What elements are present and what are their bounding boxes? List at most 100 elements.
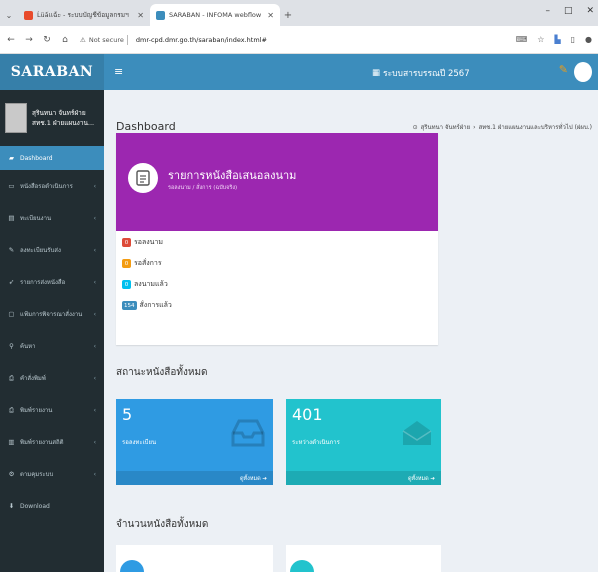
sidebar-item[interactable]: ✎ ลงทะเบียนรับส่ง ‹ <box>0 234 104 266</box>
chevron-left-icon: ‹ <box>93 182 96 190</box>
approval-list-item[interactable]: 0 ลงนามแล้ว <box>122 279 168 290</box>
inbox-icon: ▭ <box>8 182 15 190</box>
download-icon: ⬇ <box>8 502 15 510</box>
extension-icon[interactable]: ▙ <box>554 35 560 44</box>
in-progress-card: 401 ระหว่างดำเนินการ ดูทั้งหมด ➔ <box>286 399 441 485</box>
divider <box>126 34 128 45</box>
browser-tab[interactable]: Ĺüấเเฉ้ะ - ระบบบัญชีข้อมูลกรมฯ ✕ <box>18 4 150 26</box>
edit-icon: ✎ <box>8 246 15 254</box>
close-window-button[interactable]: ✕ <box>586 6 594 16</box>
sidebar-item[interactable]: ▭ หนังสือรอดำเนินการ ‹ <box>0 170 104 202</box>
favicon-icon <box>24 10 33 20</box>
star-icon[interactable]: ☆ <box>537 35 544 44</box>
breadcrumb-item: สทช.1 ฝ่ายแผนงานและบริหารทั่วไป (ฝผบ.) <box>478 124 592 131</box>
page-title: Dashboard <box>116 120 176 133</box>
tab-close-icon[interactable]: ✕ <box>267 11 274 20</box>
stat-label: รอลงทะเบียน <box>122 439 157 446</box>
sidebar-item[interactable]: ⬇ Download <box>0 490 104 522</box>
minimize-button[interactable]: – <box>545 6 550 16</box>
reload-icon[interactable]: ↻ <box>42 35 52 45</box>
chevron-left-icon: ‹ <box>93 246 96 254</box>
security-indicator[interactable]: ⚠ Not secure <box>80 34 128 45</box>
report-icon: ⎙ <box>8 405 15 414</box>
warning-icon: ⚠ <box>80 35 86 44</box>
system-title-text: ระบบสารบรรณปี 2567 <box>383 69 470 79</box>
approval-box-title: รายการหนังสือเสนอลงนาม <box>168 169 297 182</box>
tab-search-icon[interactable]: ⌄ <box>0 4 18 26</box>
user-panel: สุรินทนา จันทร์ฝ่าย สทช.1 ฝ่ายแผนงาน... <box>0 90 104 146</box>
home-icon[interactable]: ⌂ <box>60 35 70 45</box>
breadcrumb-item[interactable]: สุรินทนา จันทร์ฝ่าย <box>421 122 471 132</box>
approval-list-item[interactable]: 0 รอสั่งการ <box>122 258 162 269</box>
sidebar-item-label: ค้นหา <box>20 343 36 350</box>
browser-tab-bar: ⌄ Ĺüấเเฉ้ะ - ระบบบัญชีข้อมูลกรมฯ ✕ SARAB… <box>0 0 598 26</box>
approval-list-item[interactable]: 154 สั่งการแล้ว <box>122 300 172 311</box>
count-card <box>116 545 273 572</box>
sidebar-item-label: Download <box>20 502 50 510</box>
browser-tab-active[interactable]: SARABAN - INFOMA webflow ✕ <box>150 4 280 26</box>
sidebar-item[interactable]: ⚲ ค้นหา ‹ <box>0 330 104 362</box>
sidebar-item-label: คำสั่งพิมพ์ <box>20 375 46 382</box>
address-icons: ⌨ ☆ ▙ ▯ ● <box>516 35 592 44</box>
stat-label: ระหว่างดำเนินการ <box>292 439 340 446</box>
sidebar-item[interactable]: ▰ Dashboard <box>0 146 104 170</box>
user-photo <box>5 103 27 133</box>
app-logo[interactable]: SARABAN <box>0 54 104 90</box>
maximize-button[interactable]: □ <box>564 6 573 16</box>
hamburger-menu-icon[interactable]: ≡ <box>114 65 123 78</box>
new-tab-button[interactable]: + <box>280 4 296 26</box>
approval-list-item[interactable]: 0 รอลงนาม <box>122 237 163 248</box>
pending-registration-card: 5 รอลงทะเบียน ดูทั้งหมด ➔ <box>116 399 273 485</box>
chevron-left-icon: ‹ <box>93 406 96 414</box>
chevron-left-icon: ‹ <box>93 374 96 382</box>
user-dept: สทช.1 ฝ่ายแผนงาน... <box>32 119 95 127</box>
profile-icon[interactable]: ● <box>585 35 592 44</box>
forward-icon[interactable]: → <box>24 35 34 45</box>
breadcrumb-separator: › <box>473 123 476 131</box>
sidebar-item[interactable]: ⎙ คำสั่งพิมพ์ ‹ <box>0 362 104 394</box>
user-info: สุรินทนา จันทร์ฝ่าย สทช.1 ฝ่ายแผนงาน... <box>32 108 94 128</box>
dashboard-icon: ▰ <box>9 154 14 162</box>
top-navbar: ≡ ▦ ระบบสารบรรณปี 2567 ✎ <box>104 54 598 90</box>
notification-bell-icon[interactable]: ✎ <box>559 63 568 76</box>
stat-value: 5 <box>122 405 133 424</box>
app-header: SARABAN ≡ ▦ ระบบสารบรรณปี 2567 ✎ <box>0 54 598 90</box>
count-card-icon <box>120 560 144 572</box>
sidebar-item-label: ทะเบียนงาน <box>20 215 52 222</box>
user-circle-icon: ⊙ <box>412 123 418 131</box>
sidebar-item[interactable]: ▢ แฟ้มการพิจารณาสั่งงาน ‹ <box>0 298 104 330</box>
sidebar-item[interactable]: ➶ รายการส่งหนังสือ ‹ <box>0 266 104 298</box>
user-avatar[interactable] <box>574 62 592 82</box>
search-icon: ⚲ <box>9 342 14 350</box>
sidebar-item[interactable]: ▥ พิมพ์รายงานสถิติ ‹ <box>0 426 104 458</box>
user-name: สุรินทนา จันทร์ฝ่าย <box>32 109 86 117</box>
approval-box-subtitle: รอลงนาม / สั่งการ (ฉบับจริง) <box>168 185 238 191</box>
stat-value: 401 <box>292 405 323 424</box>
sidebar-item-label: พิมพ์รายงาน <box>20 407 53 414</box>
tab-close-icon[interactable]: ✕ <box>137 11 144 20</box>
back-icon[interactable]: ← <box>6 35 16 45</box>
sidebar-item-label: ตามคุมระบบ <box>20 471 54 478</box>
system-title: ▦ ระบบสารบรรณปี 2567 <box>372 66 470 80</box>
count-card-icon <box>290 560 314 572</box>
approval-box-header: รายการหนังสือเสนอลงนาม รอลงนาม / สั่งการ… <box>116 133 438 231</box>
chart-icon: ▥ <box>8 438 15 446</box>
approval-item-label: สั่งการแล้ว <box>139 301 172 309</box>
view-all-link[interactable]: ดูทั้งหมด ➔ <box>286 471 441 485</box>
book-icon: ▤ <box>8 214 15 222</box>
sidebar-menu: ▰ Dashboard ▭ หนังสือรอดำเนินการ ‹ ▤ ทะเบียนงา… <box>0 146 104 522</box>
favicon-icon <box>156 10 165 20</box>
sidepanel-icon[interactable]: ▯ <box>571 35 575 44</box>
sidebar-item-label: หนังสือรอดำเนินการ <box>20 183 73 190</box>
sidebar-item[interactable]: ⚙ ตามคุมระบบ ‹ <box>0 458 104 490</box>
translate-icon[interactable]: ⌨ <box>516 35 528 44</box>
chevron-left-icon: ‹ <box>93 438 96 446</box>
url-field[interactable]: dmr-cpd.dmr.go.th/saraban/index.html# <box>136 36 508 44</box>
sidebar-item[interactable]: ▤ ทะเบียนงาน ‹ <box>0 202 104 234</box>
count-badge: 0 <box>122 238 131 247</box>
breadcrumb: ⊙ สุรินทนา จันทร์ฝ่าย › สทช.1 ฝ่ายแผนงาน… <box>413 122 592 132</box>
sidebar-item[interactable]: ⎙ พิมพ์รายงาน ‹ <box>0 394 104 426</box>
window-controls: – □ ✕ <box>545 6 594 16</box>
not-secure-label: Not secure <box>88 35 124 44</box>
view-all-link[interactable]: ดูทั้งหมด ➔ <box>116 471 273 485</box>
